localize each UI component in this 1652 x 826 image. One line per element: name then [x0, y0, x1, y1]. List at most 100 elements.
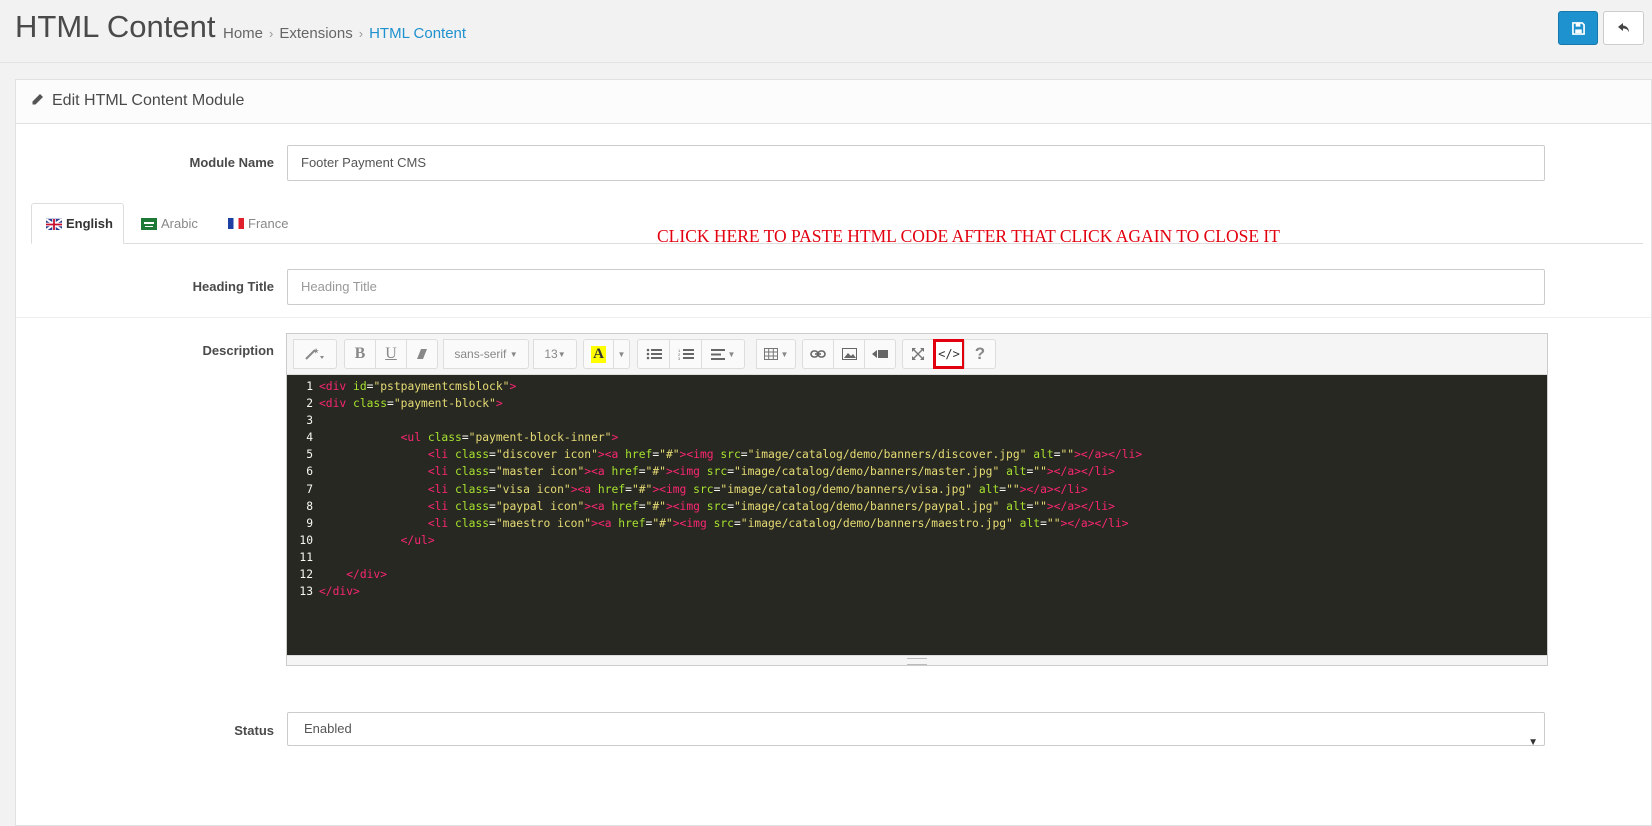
- editor-toolbar: B U sans-serif ▼ 13 ▼ A ▼ 1 2 3 ▼ ▼ </> …: [287, 334, 1547, 375]
- line-number: 3: [306, 414, 313, 428]
- page-header: HTML Content Home › Extensions › HTML Conten…: [0, 0, 1652, 63]
- sa-flag-icon: [141, 217, 157, 230]
- code-view-button[interactable]: </>: [933, 339, 965, 369]
- code-line-text: <ul class="payment-block-inner">: [400, 431, 619, 445]
- ordered-list-button[interactable]: 123: [669, 339, 702, 369]
- code-line-text: </div>: [319, 585, 360, 599]
- code-line-text: </ul>: [400, 533, 435, 547]
- line-number: 4: [306, 431, 313, 445]
- text-color-icon: A: [591, 345, 606, 363]
- font-color-button[interactable]: A: [583, 339, 614, 369]
- fr-flag-icon: [228, 217, 244, 229]
- magic-wand-icon: [305, 348, 324, 360]
- line-number: 1: [306, 380, 313, 393]
- code-line[interactable]: 5 <li class="discover icon"><a href="#">…: [287, 446, 1547, 463]
- heading-title-input[interactable]: Heading Title: [287, 269, 1545, 305]
- code-line[interactable]: 3: [287, 412, 1547, 429]
- save-button[interactable]: [1558, 11, 1598, 45]
- line-number: 8: [306, 499, 313, 513]
- eraser-icon: [417, 349, 427, 359]
- help-button[interactable]: ?: [964, 339, 996, 369]
- line-number: 13: [299, 585, 313, 599]
- editor-resize-handle[interactable]: [287, 655, 1547, 665]
- module-name-label: Module Name: [189, 155, 274, 170]
- reply-icon: [1617, 23, 1629, 33]
- code-line-text: <li class="master icon"><a href="#"><img…: [427, 465, 1115, 479]
- unordered-list-button[interactable]: [637, 339, 670, 369]
- svg-text:3: 3: [678, 356, 681, 360]
- chevron-down-icon: ▼: [1528, 737, 1538, 748]
- code-line[interactable]: 10 </ul>: [287, 532, 1547, 549]
- underline-button[interactable]: U: [375, 339, 407, 369]
- code-line[interactable]: 13 </div>: [287, 583, 1547, 600]
- tab-france[interactable]: France: [227, 203, 307, 243]
- save-icon: [1571, 21, 1585, 35]
- code-line[interactable]: 12 </div>: [287, 566, 1547, 583]
- breadcrumb-home[interactable]: Home: [223, 25, 263, 42]
- code-line[interactable]: 7 <li class="visa icon"><a href="#"><img…: [287, 481, 1547, 498]
- paragraph-align-dropdown[interactable]: ▼: [701, 339, 745, 369]
- line-number: 12: [299, 568, 313, 582]
- status-select-value: Enabled: [304, 721, 352, 736]
- code-line[interactable]: 8 <li class="paypal icon"><a href="#"><i…: [287, 498, 1547, 515]
- video-button[interactable]: [864, 339, 896, 369]
- table-icon: [763, 348, 778, 360]
- page-title: HTML Content: [15, 9, 216, 44]
- line-number: 10: [299, 533, 313, 547]
- description-label: Description: [202, 343, 274, 358]
- pencil-icon: [32, 94, 43, 105]
- clear-format-button[interactable]: [406, 339, 438, 369]
- status-select[interactable]: Enabled ▼: [287, 712, 1545, 748]
- panel-heading: Edit HTML Content Module: [16, 80, 1651, 124]
- code-editor-area[interactable]: 1 <div id="pstpaymentcmsblock"> 2 <div clas…: [287, 375, 1547, 657]
- tab-arabic-label: Arabic: [161, 215, 198, 231]
- tab-arabic[interactable]: Arabic: [140, 203, 210, 243]
- image-button[interactable]: [833, 339, 865, 369]
- instruction-annotation: CLICK HERE TO PASTE HTML CODE AFTER THAT…: [657, 226, 1280, 246]
- align-left-icon: [710, 348, 725, 360]
- list-ul-icon: [646, 348, 662, 360]
- tab-english-label: English: [66, 216, 113, 231]
- font-family-value: sans-serif: [454, 347, 507, 361]
- code-line[interactable]: 1 <div id="pstpaymentcmsblock">: [287, 378, 1547, 395]
- bold-button[interactable]: B: [344, 339, 376, 369]
- expand-icon: [912, 348, 924, 360]
- code-line-text: <div id="pstpaymentcmsblock">: [319, 380, 517, 393]
- status-label: Status: [234, 723, 274, 738]
- tab-english[interactable]: English: [31, 203, 124, 244]
- tab-france-label: France: [248, 215, 289, 231]
- link-button[interactable]: [802, 339, 834, 369]
- code-line[interactable]: 4 <ul class="payment-block-inner">: [287, 429, 1547, 446]
- line-number: 9: [306, 516, 313, 530]
- link-icon: [810, 350, 826, 358]
- code-line-text: </div>: [346, 568, 388, 582]
- image-icon: [841, 348, 857, 360]
- uk-flag-icon: [45, 218, 63, 231]
- table-dropdown[interactable]: ▼: [756, 339, 796, 369]
- module-name-input[interactable]: Footer Payment CMS: [287, 145, 1545, 181]
- font-color-dropdown[interactable]: ▼: [613, 339, 630, 369]
- line-number: 5: [306, 448, 313, 462]
- code-line[interactable]: 11: [287, 549, 1547, 566]
- code-line-text: <li class="maestro icon"><a href="#"><im…: [427, 516, 1129, 530]
- font-family-dropdown[interactable]: sans-serif ▼: [443, 339, 529, 369]
- code-line[interactable]: 2 <div class="payment-block">: [287, 395, 1547, 412]
- magic-style-button[interactable]: [293, 339, 337, 369]
- heading-title-label: Heading Title: [192, 279, 274, 294]
- html-editor: B U sans-serif ▼ 13 ▼ A ▼ 1 2 3 ▼ ▼ </> …: [286, 333, 1548, 666]
- code-line-text: <div class="payment-block">: [319, 397, 503, 411]
- fullscreen-button[interactable]: [902, 339, 934, 369]
- line-number: 2: [306, 397, 313, 411]
- code-line[interactable]: 9 <li class="maestro icon"><a href="#"><…: [287, 515, 1547, 532]
- font-size-value: 13: [544, 347, 558, 361]
- panel-title: Edit HTML Content Module: [52, 92, 245, 109]
- breadcrumb-extensions[interactable]: Extensions: [279, 25, 352, 42]
- code-line-text: <li class="discover icon"><a href="#"><i…: [427, 448, 1143, 462]
- font-size-dropdown[interactable]: 13 ▼: [533, 339, 577, 369]
- code-line-text: <li class="paypal icon"><a href="#"><img…: [427, 499, 1115, 513]
- divider: [16, 317, 1651, 318]
- back-button[interactable]: [1603, 11, 1644, 45]
- breadcrumb-html-content[interactable]: HTML Content: [369, 25, 466, 42]
- code-line[interactable]: 6 <li class="master icon"><a href="#"><i…: [287, 463, 1547, 480]
- code-line-text: <li class="visa icon"><a href="#"><img s…: [427, 482, 1088, 496]
